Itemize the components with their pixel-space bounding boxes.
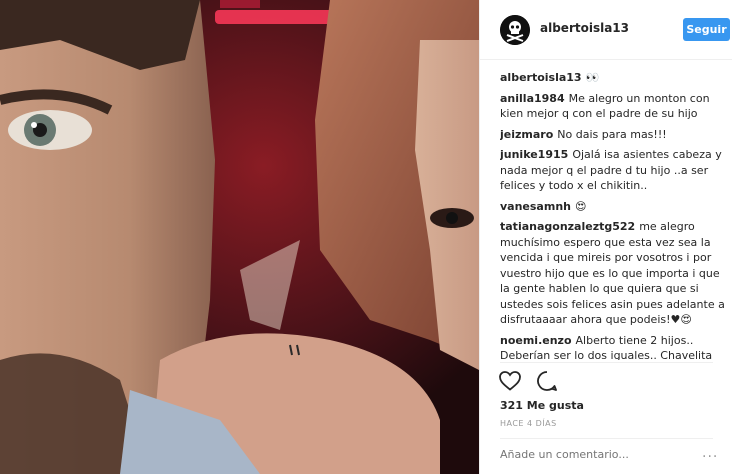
- comment-item: junike1915 Ojalá isa asientes cabeza y na…: [500, 147, 728, 194]
- post-photo[interactable]: [0, 0, 479, 474]
- comment-username[interactable]: noemi.enzo: [500, 334, 572, 347]
- comments-list[interactable]: albertoisla13 👀 anilla1984 Me alegro un mo…: [500, 70, 728, 360]
- comment-username[interactable]: junike1915: [500, 148, 568, 161]
- comment-item: jeizmaro No dais para mas!!!: [500, 127, 728, 143]
- comment-text: 😍: [574, 199, 587, 213]
- comment-icon[interactable]: [535, 369, 559, 393]
- comment-text: No dais para mas!!!: [557, 127, 667, 141]
- comment-username[interactable]: anilla1984: [500, 92, 565, 105]
- selfie-image: [0, 0, 479, 474]
- comment-item: anilla1984 Me alegro un monton con kien m…: [500, 91, 728, 122]
- comment-item: noemi.enzo Alberto tiene 2 hijos.. Deberí…: [500, 333, 728, 361]
- instagram-post: albertoisla13 Seguir albertoisla13 👀 anil…: [0, 0, 732, 474]
- comment-item: vanesamnh 😍: [500, 199, 728, 215]
- comment-item: tatianagonzaleztg522 me alegro muchísimo …: [500, 219, 728, 328]
- comment-username[interactable]: jeizmaro: [500, 128, 553, 141]
- like-count[interactable]: 321 Me gusta: [500, 399, 584, 412]
- caption-username[interactable]: albertoisla13: [500, 71, 582, 84]
- comment-username[interactable]: vanesamnh: [500, 200, 571, 213]
- divider: [500, 362, 713, 363]
- post-actions: [498, 369, 567, 395]
- caption: albertoisla13 👀: [500, 70, 728, 86]
- comment-username[interactable]: tatianagonzaleztg522: [500, 220, 635, 233]
- comment-text: me alegro muchísimo espero que esta vez …: [500, 220, 725, 326]
- post-header: albertoisla13 Seguir: [480, 0, 732, 60]
- post-timestamp: HACE 4 DÍAS: [500, 419, 557, 428]
- caption-text: 👀: [585, 71, 600, 84]
- header-username[interactable]: albertoisla13: [540, 21, 629, 35]
- follow-button[interactable]: Seguir: [683, 18, 730, 41]
- divider: [500, 438, 713, 439]
- add-comment-input[interactable]: [500, 448, 700, 461]
- post-sidebar: albertoisla13 Seguir albertoisla13 👀 anil…: [479, 0, 732, 474]
- more-options-icon[interactable]: ...: [702, 446, 718, 460]
- pirate-skull-icon[interactable]: [500, 15, 530, 45]
- heart-icon[interactable]: [498, 369, 522, 393]
